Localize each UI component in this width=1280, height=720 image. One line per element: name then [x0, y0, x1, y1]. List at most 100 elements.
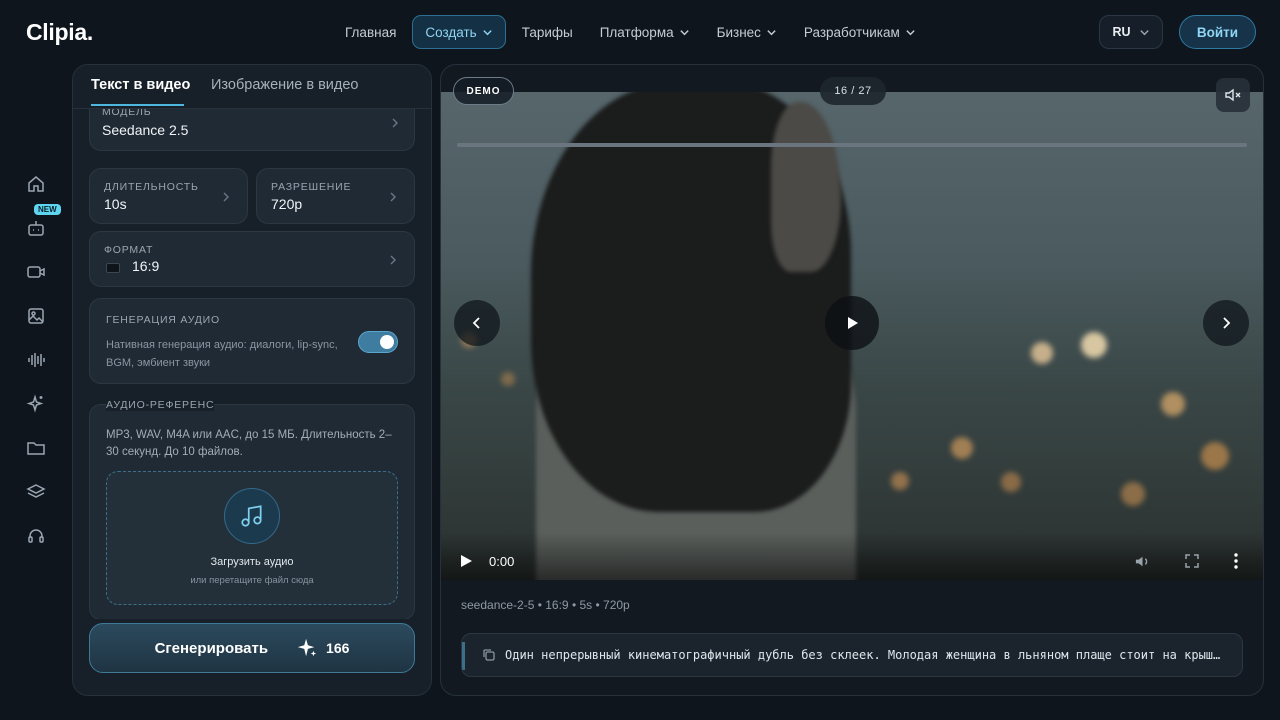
chevron-right-icon	[392, 118, 398, 128]
bokeh-light	[1031, 342, 1053, 364]
more-options-icon[interactable]	[1233, 552, 1239, 570]
progress-track[interactable]	[457, 143, 1247, 147]
bokeh-light	[891, 472, 909, 490]
audio-reference-title: Аудио-референс	[106, 399, 215, 411]
login-button[interactable]: Войти	[1179, 15, 1256, 49]
duration-value: 10s	[104, 196, 127, 212]
mode-tabs: Текст в видео Изображение в видео	[73, 65, 431, 109]
folder-icon[interactable]	[24, 436, 48, 460]
bokeh-light	[951, 437, 973, 459]
nav-item-pricing[interactable]: Тарифы	[511, 15, 584, 49]
playback-time: 0:00	[489, 554, 515, 569]
home-icon[interactable]	[24, 172, 48, 196]
duration-selector[interactable]: Длительность 10s	[89, 168, 248, 224]
audio-generation-card: Генерация аудио Нативная генерация аудио…	[89, 298, 415, 384]
nav-label: Платформа	[599, 24, 674, 40]
previous-button[interactable]	[454, 300, 500, 346]
play-overlay-button[interactable]	[825, 296, 879, 350]
duration-label: Длительность	[104, 181, 199, 193]
copy-icon[interactable]	[482, 648, 496, 662]
language-selector[interactable]: RU	[1099, 15, 1163, 49]
nav-label: Тарифы	[521, 24, 573, 40]
generate-cost: 166	[326, 640, 350, 656]
nav-item-create[interactable]: Создать	[412, 15, 506, 49]
speaker-muted-icon	[1225, 88, 1241, 102]
model-selector[interactable]: Модель Seedance 2.5	[89, 109, 415, 151]
sparkles-icon[interactable]	[24, 392, 48, 416]
chevron-left-icon	[472, 317, 480, 329]
nav-label: Главная	[345, 24, 397, 40]
nav-item-platform[interactable]: Платформа	[589, 15, 701, 49]
nav-label: Создать	[425, 24, 477, 40]
nav-item-business[interactable]: Бизнес	[706, 15, 788, 49]
prompt-box[interactable]: Один непрерывный кинематографичный дубль…	[461, 633, 1243, 677]
layers-icon[interactable]	[24, 480, 48, 504]
nav-item-home[interactable]: Главная	[334, 15, 407, 49]
generate-button[interactable]: Сгенерировать 166	[89, 623, 415, 673]
play-icon	[848, 317, 858, 329]
bokeh-light	[501, 372, 515, 386]
chevron-down-icon	[767, 29, 776, 35]
format-selector[interactable]: Формат 16:9	[89, 231, 415, 287]
upload-audio-title: Загрузить аудио	[210, 556, 294, 568]
demo-badge: DEMO	[453, 77, 514, 105]
tab-image-to-video[interactable]: Изображение в видео	[211, 77, 359, 93]
video-meta: seedance-2-5 • 16:9 • 5s • 720p	[461, 598, 630, 612]
audio-generation-title: Генерация аудио	[106, 314, 220, 326]
audio-generation-description: Нативная генерация аудио: диалоги, lip-s…	[106, 339, 338, 369]
nav-item-developers[interactable]: Разработчикам	[793, 15, 927, 49]
model-label: Модель	[102, 109, 152, 118]
chevron-down-icon	[679, 29, 689, 35]
fullscreen-icon[interactable]	[1184, 553, 1200, 569]
image-icon[interactable]	[24, 304, 48, 328]
new-badge: NEW	[34, 204, 61, 215]
tab-text-to-video[interactable]: Текст в видео	[91, 77, 190, 93]
settings-scroll-area[interactable]: Модель Seedance 2.5 Длительность 10s Раз…	[73, 109, 431, 619]
top-navigation: Clipia. Главная Создать Тарифы Платформа…	[0, 0, 1280, 64]
chevron-right-icon	[390, 192, 396, 202]
volume-icon[interactable]	[1134, 553, 1151, 570]
chevron-right-icon	[390, 255, 396, 265]
video-player[interactable]: 0:00	[441, 92, 1263, 580]
format-value: 16:9	[132, 258, 160, 274]
audio-upload-dropzone[interactable]: Загрузить аудио или перетащите файл сюда	[106, 471, 398, 605]
bokeh-light	[1081, 332, 1107, 358]
chevron-down-icon	[1139, 29, 1149, 35]
audio-generation-toggle[interactable]	[358, 331, 398, 353]
video-camera-icon[interactable]	[24, 260, 48, 284]
bokeh-light	[1161, 392, 1185, 416]
upload-audio-hint: или перетащите файл сюда	[190, 575, 314, 586]
next-button[interactable]	[1203, 300, 1249, 346]
bokeh-light	[1001, 472, 1021, 492]
prompt-text: Один непрерывный кинематографичный дубль…	[505, 648, 1225, 662]
resolution-value: 720p	[271, 196, 303, 212]
mute-button[interactable]	[1216, 78, 1250, 112]
resolution-selector[interactable]: Разрешение 720p	[256, 168, 415, 224]
main-nav: Главная Создать Тарифы Платформа Бизнес …	[334, 15, 932, 49]
bokeh-light	[1121, 482, 1145, 506]
language-label: RU	[1112, 25, 1131, 39]
slide-counter: 16 / 27	[820, 77, 886, 105]
robot-icon[interactable]	[24, 216, 48, 240]
format-label: Формат	[104, 244, 154, 256]
audio-wave-icon[interactable]	[24, 348, 48, 372]
chevron-right-icon	[223, 192, 229, 202]
model-value: Seedance 2.5	[102, 122, 189, 138]
generate-label: Сгенерировать	[154, 639, 269, 657]
headset-icon[interactable]	[24, 524, 48, 548]
chevron-down-icon	[906, 29, 915, 35]
bokeh-light	[1201, 442, 1229, 470]
audio-reference-card: Аудио-референс MP3, WAV, M4A или AAC, до…	[89, 399, 415, 619]
play-icon[interactable]	[459, 554, 473, 568]
audio-reference-description: MP3, WAV, M4A или AAC, до 15 МБ. Длитель…	[106, 429, 392, 458]
logo[interactable]: Clipia.	[26, 19, 93, 46]
active-tab-indicator	[91, 104, 184, 106]
video-preview-panel: 0:00 DEMO 16 / 27 seedance-2-5 • 16:9 • …	[440, 64, 1264, 696]
prompt-accent-bar	[462, 642, 465, 670]
generation-settings-panel: Текст в видео Изображение в видео Модель…	[72, 64, 432, 696]
toggle-knob	[380, 335, 394, 349]
chevron-right-icon	[1223, 317, 1231, 329]
resolution-label: Разрешение	[271, 181, 352, 193]
nav-label: Разработчикам	[803, 24, 900, 40]
chevron-down-icon	[483, 29, 492, 35]
